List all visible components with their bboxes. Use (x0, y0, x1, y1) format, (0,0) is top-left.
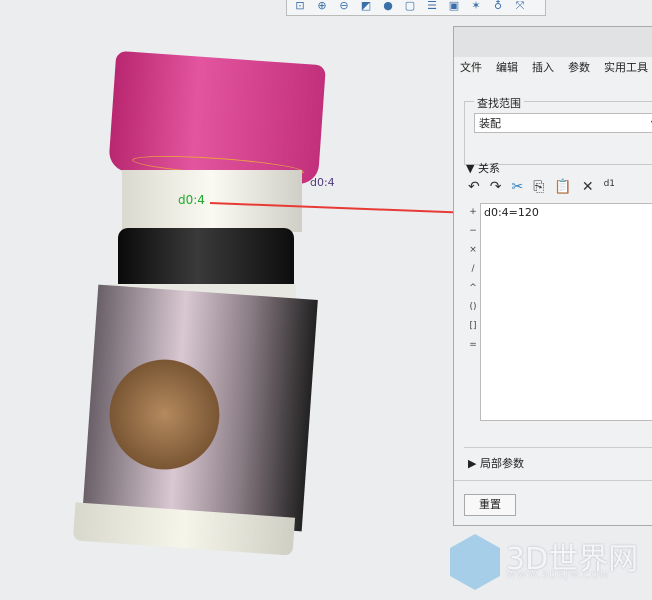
view-orient-icon[interactable]: ◩ (357, 0, 375, 13)
annotation-icon[interactable]: ⤧ (511, 0, 529, 13)
reset-button[interactable]: 重置 (464, 494, 516, 516)
relation-line[interactable]: d0:4=120 (484, 206, 539, 219)
relations-label: 关系 (477, 162, 500, 175)
spin-center-icon[interactable]: ✶ (467, 0, 485, 13)
operator-list: + − × / ^ () [] = (466, 203, 480, 355)
model-viewport[interactable]: d0:4 d0:4 (60, 40, 420, 560)
relations-dialog: 文件 编辑 插入 参数 实用工具 查找范围 装配▼ ▼ 关系 ↶ ↷ ✂ ⎘ 📋… (453, 26, 652, 526)
dimension-label[interactable]: d0:4 (178, 193, 205, 207)
op-equals[interactable]: = (466, 336, 480, 355)
zoom-out-icon[interactable]: ⊖ (335, 0, 353, 13)
relations-editor[interactable]: d0:4=120 (480, 203, 652, 421)
menu-insert[interactable]: 插入 (532, 59, 554, 75)
caret-right-icon: ▶ (468, 457, 480, 470)
zoom-in-icon[interactable]: ⊕ (313, 0, 331, 13)
copy-icon[interactable]: ⎘ (533, 179, 544, 195)
op-power[interactable]: ^ (466, 279, 480, 298)
op-minus[interactable]: − (466, 222, 480, 241)
delete-icon[interactable]: ✕ (582, 179, 594, 195)
cut-icon[interactable]: ✂ (511, 179, 523, 195)
saved-views-icon[interactable]: ▢ (401, 0, 419, 13)
menu-parameters[interactable]: 参数 (568, 59, 590, 75)
camera-icon[interactable]: ▣ (445, 0, 463, 13)
watermark: 3D世界网 WWW.3DSJW.COM (450, 530, 650, 600)
display-style-icon[interactable]: ● (379, 0, 397, 13)
relations-section-toggle[interactable]: ▼ 关系 (466, 160, 500, 176)
view-toolbar: ⊡ ⊕ ⊖ ◩ ● ▢ ☰ ▣ ✶ ♁ ⤧ (286, 0, 546, 16)
redo-icon[interactable]: ↷ (490, 179, 502, 195)
zoom-fit-icon[interactable]: ⊡ (291, 0, 309, 13)
op-multiply[interactable]: × (466, 241, 480, 260)
datum-display-icon[interactable]: ♁ (489, 0, 507, 13)
relations-toolbar: ↶ ↷ ✂ ⎘ 📋 ✕ d1 (468, 179, 615, 195)
watermark-url: WWW.3DSJW.COM (506, 570, 610, 581)
op-brackets[interactable]: [] (466, 317, 480, 336)
watermark-logo-icon (450, 534, 500, 590)
op-parens[interactable]: () (466, 298, 480, 317)
jar-body-label[interactable] (82, 284, 318, 532)
caret-down-icon: ▼ (466, 162, 478, 175)
menu-file[interactable]: 文件 (460, 59, 482, 75)
paste-icon[interactable]: 📋 (554, 179, 571, 195)
op-divide[interactable]: / (466, 260, 480, 279)
divider (454, 480, 652, 481)
dialog-titlebar[interactable] (454, 27, 652, 57)
switch-dims-icon[interactable]: d1 (604, 179, 615, 195)
relation-arrow (210, 202, 482, 220)
scope-select[interactable]: 装配▼ (474, 113, 652, 133)
local-params-toggle[interactable]: ▶ 局部参数 (468, 455, 524, 471)
undo-icon[interactable]: ↶ (468, 179, 480, 195)
local-params-label: 局部参数 (479, 457, 524, 470)
scope-label: 查找范围 (474, 95, 524, 111)
dimension-label-2[interactable]: d0:4 (310, 176, 335, 189)
layers-icon[interactable]: ☰ (423, 0, 441, 13)
black-lid[interactable] (118, 228, 294, 288)
teddy-bear-image (105, 355, 224, 474)
scope-value: 装配 (479, 117, 501, 130)
menu-edit[interactable]: 编辑 (496, 59, 518, 75)
menu-utilities[interactable]: 实用工具 (604, 59, 648, 75)
op-plus[interactable]: + (466, 203, 480, 222)
menu-bar: 文件 编辑 插入 参数 实用工具 (460, 59, 648, 75)
divider (464, 447, 652, 448)
